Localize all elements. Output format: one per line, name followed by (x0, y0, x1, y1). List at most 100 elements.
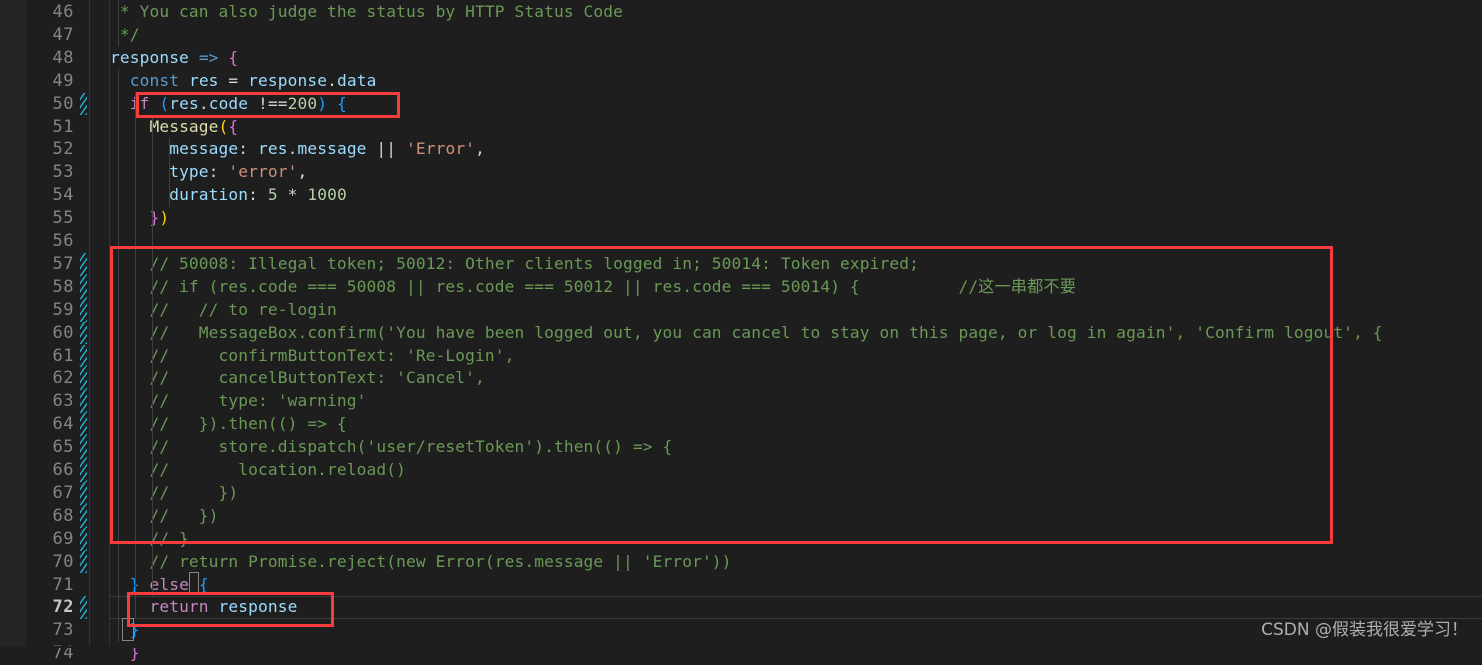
code-text: // }).then(() => { (110, 413, 347, 436)
line-number: 59 (52, 299, 74, 320)
code-line[interactable]: 47 */ (0, 24, 1482, 47)
change-indicator (80, 252, 87, 276)
code-token: * You can also judge the status by HTTP … (110, 2, 624, 21)
code-token: || (376, 139, 397, 159)
code-token: // }) (110, 505, 219, 525)
code-token: // location.reload() (110, 460, 406, 479)
code-line[interactable]: 50 if (res.code !==200) { (0, 92, 1482, 116)
code-token: // return Promise.reject(new Error(res.m… (110, 551, 732, 571)
code-token: if (129, 93, 150, 113)
change-indicator (80, 138, 87, 161)
change-indicator (80, 619, 87, 642)
code-token: response (218, 597, 298, 617)
code-token: const (129, 70, 180, 90)
line-number: 65 (52, 437, 74, 458)
code-line[interactable]: 65 // store.dispatch('user/resetToken').… (0, 436, 1482, 459)
code-line[interactable]: 68 // }) (0, 504, 1482, 528)
code-token: // confirmButtonText: 'Re-Login', (110, 345, 515, 365)
code-line[interactable]: 69 // } (0, 527, 1482, 551)
code-line[interactable]: 46 * You can also judge the status by HT… (0, 1, 1482, 24)
change-indicator (80, 321, 87, 345)
line-number: 49 (52, 70, 74, 91)
code-token: */ (110, 24, 140, 44)
code-token: } (149, 208, 160, 228)
code-line[interactable]: 52 message: res.message || 'Error', (0, 138, 1482, 161)
code-text: // store.dispatch('user/resetToken').the… (110, 436, 672, 459)
code-line[interactable]: 73 } (0, 619, 1482, 642)
code-line[interactable]: 72 return response (0, 596, 1482, 620)
code-token: . (327, 70, 337, 90)
change-indicator (80, 390, 87, 414)
code-line[interactable]: 48 response => { (0, 47, 1482, 70)
code-token: { (337, 93, 347, 113)
code-token: 1000 (307, 185, 347, 205)
code-token: 'Error' (406, 139, 476, 159)
change-indicator (80, 344, 87, 368)
code-line[interactable]: 53 type: 'error', (0, 161, 1482, 184)
code-token: 200 (287, 93, 318, 113)
code-line[interactable]: 51 Message({ (0, 116, 1482, 139)
code-token: Message (149, 116, 219, 136)
code-token: : (238, 139, 258, 159)
code-token: response (248, 70, 328, 90)
code-token: code (208, 93, 249, 113)
code-line[interactable]: 57 // 50008: Illegal token; 50012: Other… (0, 252, 1482, 276)
code-text: Message({ (110, 116, 238, 139)
change-indicator (80, 47, 87, 70)
change-indicator (80, 92, 87, 116)
code-line[interactable]: 62 // cancelButtonText: 'Cancel', (0, 367, 1482, 391)
code-line[interactable]: 58 // if (res.code === 50008 || res.code… (0, 275, 1482, 299)
code-line[interactable]: 49 const res = response.data (0, 70, 1482, 93)
code-line[interactable]: 70 // return Promise.reject(new Error(re… (0, 550, 1482, 574)
code-line[interactable]: 59 // // to re-login (0, 298, 1482, 322)
code-lines-container[interactable]: 46 * You can also judge the status by HT… (0, 0, 1482, 663)
change-indicator (80, 230, 87, 253)
code-text: // cancelButtonText: 'Cancel', (110, 367, 485, 390)
code-line[interactable]: 63 // type: 'warning' (0, 390, 1482, 414)
code-line[interactable]: 71 } else { (0, 574, 1482, 597)
code-editor[interactable]: 46 * You can also judge the status by HT… (0, 0, 1482, 663)
code-token: ) (159, 208, 170, 228)
change-indicator (80, 481, 87, 505)
line-number: 67 (52, 482, 74, 503)
code-token: // }) (110, 482, 239, 502)
code-token: message (297, 139, 367, 159)
code-token: * (277, 185, 308, 205)
code-line[interactable]: 61 // confirmButtonText: 'Re-Login', (0, 344, 1482, 368)
code-token: return (149, 597, 209, 617)
code-token: // store.dispatch('user/resetToken').the… (110, 437, 673, 457)
code-token: , (297, 162, 308, 182)
line-number: 58 (52, 276, 74, 297)
code-line[interactable]: 56 (0, 230, 1482, 253)
code-token: // MessageBox.confirm('You have been log… (110, 322, 1383, 342)
code-text: // // to re-login (110, 299, 337, 322)
code-token: // 50008: Illegal token; 50012: Other cl… (110, 253, 919, 273)
code-text: duration: 5 * 1000 (110, 184, 347, 207)
code-token: !== (258, 93, 288, 113)
code-line[interactable]: 67 // }) (0, 481, 1482, 505)
line-number: 68 (52, 505, 74, 526)
line-number: 48 (52, 47, 74, 68)
code-text: // }) (110, 505, 219, 528)
code-line[interactable]: 64 // }).then(() => { (0, 413, 1482, 437)
code-line[interactable]: 54 duration: 5 * 1000 (0, 184, 1482, 207)
code-text: // }) (110, 482, 238, 505)
code-line[interactable]: 55 }) (0, 207, 1482, 230)
code-line[interactable]: 66 // location.reload() (0, 459, 1482, 482)
code-token: duration (169, 185, 249, 205)
line-number: 73 (52, 620, 74, 641)
code-token: { (228, 47, 239, 67)
code-line[interactable]: 60 // MessageBox.confirm('You have been … (0, 321, 1482, 345)
